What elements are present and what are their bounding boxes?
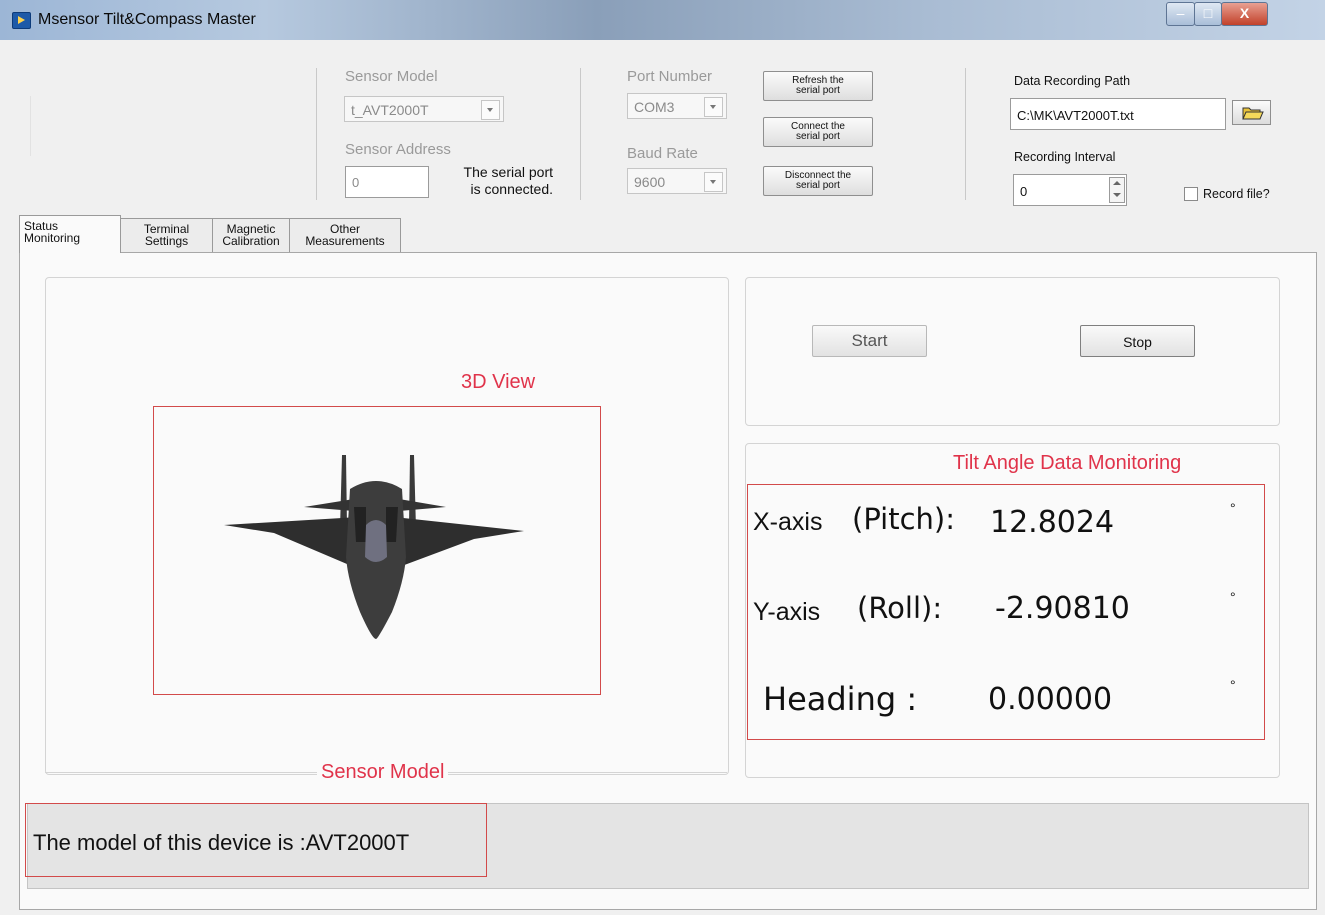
recording-path-input[interactable]: C:\MK\AVT2000T.txt [1010, 98, 1226, 130]
interval-stepper[interactable] [1109, 177, 1125, 203]
tilt-monitoring-title: Tilt Angle Data Monitoring [953, 452, 1182, 474]
disconnect-line-2: serial port [796, 180, 840, 191]
pitch-axis-label: X-axis [753, 508, 823, 536]
recording-interval-value: 0 [1020, 184, 1028, 199]
sensor-model-annotation-label: Sensor Model [317, 761, 449, 784]
sensor-model-value: t_AVT2000T [351, 102, 429, 118]
maximize-button[interactable]: □ [1194, 2, 1222, 26]
recording-path-label: Data Recording Path [1014, 74, 1131, 88]
stepper-up-icon[interactable] [1113, 181, 1121, 185]
chevron-down-icon[interactable] [704, 172, 723, 192]
tab-label-line2: Settings [144, 234, 189, 248]
refresh-serial-port-button[interactable]: Refresh the serial port [763, 71, 873, 101]
divider [316, 68, 317, 200]
view-3d-label: 3D View [461, 371, 536, 393]
divider [965, 68, 966, 200]
folder-open-icon [1242, 107, 1264, 120]
close-button[interactable]: X [1221, 2, 1268, 26]
record-file-checkbox[interactable] [1184, 187, 1198, 201]
port-number-value: COM3 [634, 99, 675, 115]
start-button[interactable]: Start [812, 325, 927, 357]
tab-status-monitoring[interactable]: Status Monitoring [19, 215, 121, 253]
view-3d-frame [153, 406, 601, 695]
browse-folder-button[interactable] [1232, 100, 1271, 125]
roll-value: -2.90810 [995, 591, 1130, 626]
port-number-label: Port Number [627, 68, 713, 85]
pitch-value: 12.8024 [990, 505, 1115, 540]
chevron-down-icon[interactable] [704, 97, 723, 117]
stop-button[interactable]: Stop [1080, 325, 1195, 357]
pitch-sub-label: (Pitch): [852, 502, 956, 536]
sensor-address-input[interactable]: 0 [345, 166, 429, 198]
app-window: Msensor Tilt&Compass Master – □ X Sensor… [0, 0, 1325, 915]
connect-serial-port-button[interactable]: Connect the serial port [763, 117, 873, 147]
port-number-select[interactable]: COM3 [627, 93, 727, 119]
heading-label: Heading : [763, 680, 918, 718]
sensor-model-select[interactable]: t_AVT2000T [344, 96, 504, 122]
roll-sub-label: (Roll): [857, 591, 943, 625]
status-line-2: is connected. [470, 181, 554, 197]
sensor-model-label: Sensor Model [345, 68, 438, 85]
tab-terminal-settings[interactable]: Terminal Settings [120, 218, 213, 254]
baud-rate-select[interactable]: 9600 [627, 168, 727, 194]
pitch-unit: ° [1230, 500, 1236, 516]
start-button-label: Start [851, 331, 888, 350]
record-file-label: Record file? [1203, 187, 1270, 201]
sensor-address-label: Sensor Address [345, 141, 451, 158]
baud-rate-label: Baud Rate [627, 145, 698, 162]
tab-label-line2: Calibration [222, 234, 280, 248]
tab-other-measurements[interactable]: Other Measurements [289, 218, 401, 254]
roll-unit: ° [1230, 589, 1236, 605]
aircraft-3d-model [224, 455, 524, 639]
client-area: Sensor Model t_AVT2000T Sensor Address 0… [8, 40, 1318, 910]
connect-line-2: serial port [796, 131, 840, 142]
baud-rate-value: 9600 [634, 174, 666, 190]
heading-unit: ° [1230, 677, 1236, 693]
minimize-button[interactable]: – [1166, 2, 1195, 26]
divider [580, 68, 581, 200]
tab-magnetic-calibration[interactable]: Magnetic Calibration [212, 218, 290, 254]
disconnect-serial-port-button[interactable]: Disconnect the serial port [763, 166, 873, 196]
heading-value: 0.00000 [988, 682, 1113, 717]
chevron-down-icon[interactable] [481, 100, 500, 120]
logo-area [30, 96, 281, 156]
window-title: Msensor Tilt&Compass Master [38, 11, 256, 28]
stop-button-label: Stop [1123, 334, 1152, 350]
roll-axis-label: Y-axis [753, 598, 821, 626]
tab-label-line2: Measurements [305, 234, 385, 248]
status-line-1: The serial port [463, 164, 553, 180]
refresh-line-2: serial port [796, 85, 840, 96]
app-icon [12, 12, 31, 29]
model-info-text: The model of this device is :AVT2000T [33, 830, 410, 855]
recording-interval-label: Recording Interval [1014, 150, 1116, 164]
tab-label-line2: Monitoring [24, 231, 81, 245]
status-monitoring-page: 3D View Sensor Model Start Stop Tilt Ang… [19, 252, 1317, 910]
connection-status-text: The serial port is connected. [446, 164, 553, 198]
title-bar: Msensor Tilt&Compass Master – □ X [0, 0, 1325, 40]
stepper-down-icon[interactable] [1113, 193, 1121, 197]
